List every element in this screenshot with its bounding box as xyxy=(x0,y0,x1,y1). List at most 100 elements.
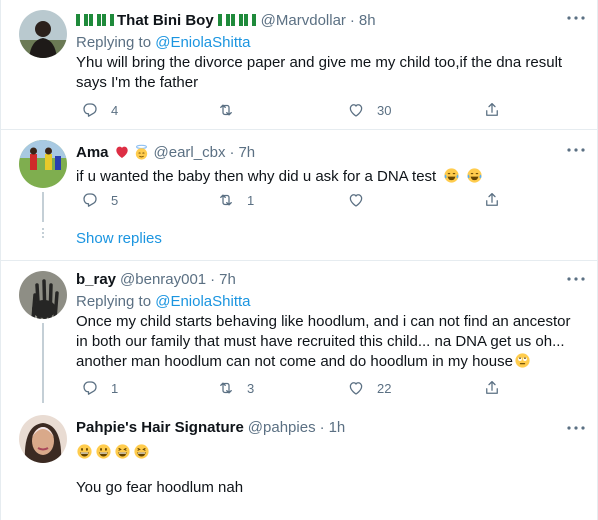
timestamp[interactable]: 8h xyxy=(359,12,376,29)
user-handle[interactable]: @pahpies xyxy=(248,419,316,436)
avatar[interactable] xyxy=(19,415,67,463)
separator: · xyxy=(229,143,235,161)
tweet-header: Ama @earl_cbx · 7h xyxy=(76,142,587,162)
retweet-count: 3 xyxy=(247,380,255,396)
grinning-emoji-icon xyxy=(76,443,93,460)
tears-of-joy-emoji-icon xyxy=(443,167,460,184)
tweet-text: Once my child starts behaving like hoodl… xyxy=(76,312,587,372)
display-name[interactable]: That Bini Boy xyxy=(117,12,214,29)
thread-connector xyxy=(42,192,44,222)
thread-connector xyxy=(42,323,44,403)
retweet-icon xyxy=(217,379,235,397)
share-button[interactable] xyxy=(483,377,501,399)
user-handle[interactable]: @earl_cbx xyxy=(154,144,226,161)
like-icon xyxy=(347,379,365,397)
share-icon xyxy=(483,191,501,209)
share-button[interactable] xyxy=(483,99,501,121)
retweet-icon xyxy=(217,191,235,209)
nigeria-flag-icon xyxy=(102,13,114,27)
tweet-text-line: another man hoodlum can not come and do … xyxy=(76,353,513,370)
retweet-icon xyxy=(217,101,235,119)
tweet-header: Pahpie's Hair Signature @pahpies · 1h xyxy=(76,417,587,437)
show-replies-link[interactable]: Show replies xyxy=(76,230,162,247)
tweet-text-line: in both our family that must have recrui… xyxy=(76,333,565,350)
reply-icon xyxy=(81,191,99,209)
replying-to-label: Replying to xyxy=(76,34,152,51)
nigeria-flag-icon xyxy=(243,13,256,27)
tweet-text: if u wanted the baby then why did u ask … xyxy=(76,167,587,187)
grinning-squinting-emoji-icon xyxy=(114,443,131,460)
separator: · xyxy=(210,270,216,288)
share-button[interactable] xyxy=(483,189,501,211)
tweet-header: b_ray @benray001 · 7h xyxy=(76,269,587,289)
replying-to: Replying to @EniolaShitta xyxy=(76,34,587,51)
avatar[interactable] xyxy=(19,271,67,319)
separator: · xyxy=(319,418,325,436)
tweet-earl-cbx[interactable]: Ama @earl_cbx · 7h if u wanted the baby … xyxy=(1,130,598,260)
tweet-benray001[interactable]: b_ray @benray001 · 7h Replying to @Eniol… xyxy=(1,261,598,403)
tweet-text-line: says I'm the father xyxy=(76,74,199,91)
nigeria-flag-icon xyxy=(76,13,88,27)
timestamp[interactable]: 7h xyxy=(219,271,236,288)
tweet-actions: 5 1 xyxy=(76,189,516,211)
reply-count: 5 xyxy=(111,192,119,208)
timestamp[interactable]: 1h xyxy=(329,419,346,436)
tweet-text: You go fear hoodlum nah xyxy=(76,478,587,498)
nigeria-flag-icon xyxy=(217,13,230,27)
user-handle[interactable]: @Marvdollar xyxy=(261,12,346,29)
grinning-emoji-icon xyxy=(95,443,112,460)
tweet-text: Yhu will bring the divorce paper and giv… xyxy=(76,53,587,93)
replying-to: Replying to @EniolaShitta xyxy=(76,293,587,310)
heart-emoji-icon xyxy=(114,144,130,160)
like-button[interactable]: 22 xyxy=(347,377,391,399)
mention-link[interactable]: @EniolaShitta xyxy=(155,293,250,310)
retweet-button[interactable]: 1 xyxy=(217,189,254,211)
retweet-button[interactable] xyxy=(217,99,235,121)
angel-emoji-icon xyxy=(133,144,150,161)
retweet-count: 1 xyxy=(247,192,255,208)
thread-dots xyxy=(42,228,44,240)
like-count: 30 xyxy=(377,102,392,118)
reply-button[interactable]: 5 xyxy=(81,189,118,211)
like-icon xyxy=(347,191,365,209)
timestamp[interactable]: 7h xyxy=(238,144,255,161)
display-name[interactable]: b_ray xyxy=(76,271,116,288)
display-name[interactable]: Pahpie's Hair Signature xyxy=(76,419,244,436)
replying-to-label: Replying to xyxy=(76,293,152,310)
avatar[interactable] xyxy=(19,10,67,58)
tweet-actions: 4 30 xyxy=(76,99,516,121)
reply-icon xyxy=(81,379,99,397)
reply-button[interactable]: 1 xyxy=(81,377,118,399)
tweet-text-line: You go fear hoodlum nah xyxy=(76,479,244,496)
tweet-text-line: Once my child starts behaving like hoodl… xyxy=(76,313,571,330)
eye-roll-emoji-icon xyxy=(514,352,531,369)
tweet-text-line: Yhu will bring the divorce paper and giv… xyxy=(76,54,563,71)
tweet-text-line-wrap: another man hoodlum can not come and do … xyxy=(76,352,587,372)
reply-button[interactable]: 4 xyxy=(81,99,118,121)
retweet-button[interactable]: 3 xyxy=(217,377,254,399)
grinning-squinting-emoji-icon xyxy=(133,443,150,460)
share-icon xyxy=(483,379,501,397)
tweet-text-line: if u wanted the baby then why did u ask … xyxy=(76,168,437,185)
reply-icon xyxy=(81,101,99,119)
like-button[interactable]: 30 xyxy=(347,99,391,121)
tweet-marvdollar[interactable]: That Bini Boy @Marvdollar · 8h Replying … xyxy=(1,0,598,128)
like-count: 22 xyxy=(377,380,392,396)
share-icon xyxy=(483,101,501,119)
nigeria-flag-icon xyxy=(230,13,243,27)
tweet-pahpies[interactable]: Pahpie's Hair Signature @pahpies · 1h Yo… xyxy=(1,401,598,520)
reply-count: 4 xyxy=(111,102,119,118)
user-handle[interactable]: @benray001 xyxy=(120,271,206,288)
like-icon xyxy=(347,101,365,119)
tweet-actions: 1 3 22 xyxy=(76,377,516,399)
timeline: That Bini Boy @Marvdollar · 8h Replying … xyxy=(0,0,598,520)
reply-count: 1 xyxy=(111,380,119,396)
avatar[interactable] xyxy=(19,140,67,188)
emoji-row xyxy=(76,443,587,463)
nigeria-flag-icon xyxy=(89,13,101,27)
mention-link[interactable]: @EniolaShitta xyxy=(155,34,250,51)
tweet-header: That Bini Boy @Marvdollar · 8h xyxy=(76,10,587,30)
like-button[interactable] xyxy=(347,189,365,211)
display-name[interactable]: Ama xyxy=(76,144,109,161)
separator: · xyxy=(349,11,355,29)
